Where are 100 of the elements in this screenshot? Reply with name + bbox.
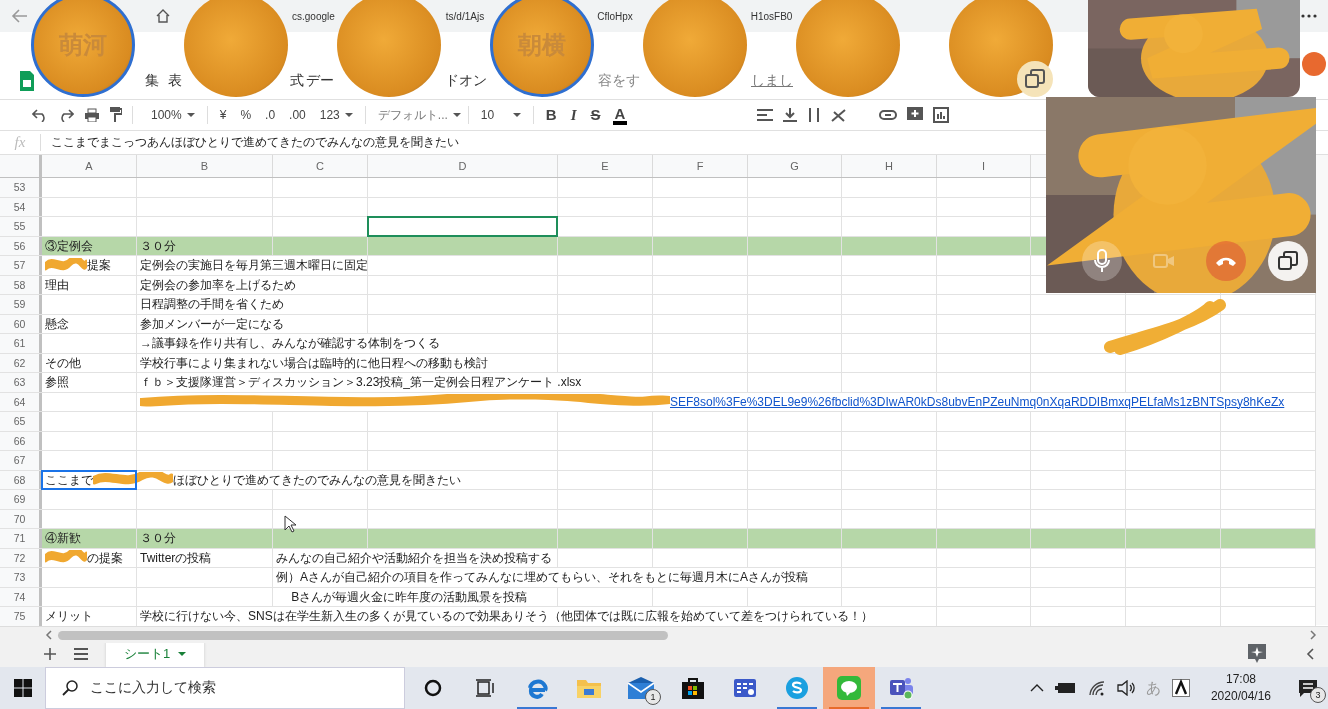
formula-input[interactable]: ここまでまこっつあんほぼひとりで進めてきたのでみんなの意見を聞きたい [41, 134, 459, 151]
font-dropdown[interactable]: デフォルト... [375, 107, 458, 123]
caret-icon [512, 113, 521, 117]
column-header[interactable]: H [842, 155, 937, 177]
collapse-icon[interactable] [1306, 648, 1314, 660]
cell-text: みんなの自己紹介や活動紹介を担当を決め投稿する [276, 549, 552, 567]
url-text: cs.google [292, 10, 335, 22]
column-header[interactable]: C [273, 155, 368, 177]
number-format-dropdown[interactable]: 123 [317, 107, 355, 123]
scroll-right-icon[interactable] [1308, 630, 1318, 640]
task-view-icon [475, 679, 495, 697]
search-hint[interactable]: 容をす [598, 72, 640, 90]
volume-icon[interactable] [1116, 680, 1135, 696]
taskbar-app-button[interactable]: 1 [615, 667, 667, 709]
italic-button[interactable]: I [568, 107, 579, 123]
row-number[interactable]: 67 [0, 451, 42, 470]
taskbar-search-field[interactable]: ここに入力して検索 [45, 667, 405, 709]
row-number[interactable]: 73 [0, 568, 42, 587]
teams-icon [888, 676, 914, 700]
redo-icon[interactable] [58, 108, 74, 122]
redaction-scribble [45, 257, 87, 273]
link-icon[interactable] [879, 110, 898, 120]
valign-bottom-icon[interactable] [783, 108, 798, 122]
cell-text: ３０分 [140, 530, 176, 547]
text-color-button[interactable]: A [612, 105, 628, 125]
print-icon[interactable] [84, 108, 100, 122]
chevron-up-icon[interactable] [1029, 684, 1044, 692]
sheet-list-icon[interactable] [74, 648, 88, 660]
ime-pad-icon[interactable] [1171, 679, 1190, 697]
decimal-increase-button[interactable]: .00 [287, 107, 308, 123]
row-number[interactable]: 65 [0, 412, 42, 431]
row-number[interactable]: 53 [0, 178, 42, 197]
text-wrap-icon[interactable] [807, 108, 822, 122]
row-number[interactable]: 63 [0, 373, 42, 392]
row-number[interactable]: 61 [0, 334, 42, 353]
hang-up-button[interactable] [1206, 241, 1246, 281]
url-text: ts/d/1Ajs [445, 10, 485, 22]
row-number[interactable]: 55 [0, 217, 42, 236]
menu-item[interactable]: 集 [145, 72, 159, 90]
cell-text: 定例会の参加率を上げるため [140, 276, 296, 294]
strikethrough-button[interactable]: S [588, 107, 603, 123]
camera-icon [1153, 253, 1175, 269]
zoom-dropdown[interactable]: 100% [149, 107, 197, 123]
menu-item[interactable]: デー [306, 72, 334, 90]
column-header[interactable]: G [748, 155, 842, 177]
menu-item[interactable]: ドオン [445, 72, 487, 90]
add-comment-icon[interactable] [907, 107, 924, 123]
more-icon[interactable] [1300, 13, 1318, 19]
currency-button[interactable]: ¥ [217, 107, 229, 123]
microphone-button[interactable] [1082, 241, 1122, 281]
picture-in-picture-button[interactable] [1017, 61, 1053, 97]
column-header[interactable]: F [653, 155, 748, 177]
undo-icon[interactable] [32, 108, 48, 122]
cell-text: 学校に行けない今、SNSは在学生新入生の多くが見ているので効果ありそう（他団体では既に広報を始めていて差をつけられている！） [140, 608, 873, 625]
battery-icon[interactable] [1054, 682, 1077, 694]
caret-icon [186, 113, 195, 117]
column-header[interactable]: B [137, 155, 273, 177]
menu-item[interactable]: 式 [290, 72, 304, 90]
caret-icon [452, 113, 461, 117]
function-label: fx [0, 134, 41, 151]
cell-text: Bさんが毎週火金に昨年度の活動風景を投稿 [290, 588, 528, 606]
row-number[interactable]: 71 [0, 529, 42, 548]
wifi-icon[interactable] [1087, 680, 1106, 696]
decimal-decrease-button[interactable]: .0 [263, 107, 278, 123]
cell-link[interactable]: SEF8sol%3Fe%3DEL9e9%26fbclid%3DIwAR0kDs8ubvEnPZeuNmq0nXqaRDDIBmxqPELfaMs1zBNTSpsy8hKeZx [670, 392, 1285, 411]
text-rotate-icon[interactable] [831, 108, 848, 122]
mouse-pointer-icon [284, 515, 296, 533]
row-number[interactable]: 59 [0, 295, 42, 314]
bold-button[interactable]: B [543, 107, 559, 123]
sheets-logo-icon [20, 71, 34, 91]
caret-icon [178, 652, 187, 656]
align-left-icon[interactable] [757, 109, 774, 121]
windows-start-icon[interactable] [13, 679, 32, 697]
column-header[interactable]: A [42, 155, 137, 177]
row-number[interactable]: 69 [0, 490, 42, 509]
column-header[interactable]: E [558, 155, 653, 177]
menu-item[interactable]: 表 [168, 72, 182, 90]
scroll-left-icon[interactable] [44, 630, 54, 640]
column-header[interactable]: D [368, 155, 558, 177]
home-icon[interactable] [155, 8, 171, 24]
explore-icon[interactable] [1248, 644, 1266, 664]
add-sheet-icon[interactable] [44, 648, 56, 660]
cell-text: 理由 [45, 276, 69, 294]
account-avatar[interactable] [1302, 52, 1326, 76]
cell-text: Twitterの投稿 [140, 549, 212, 567]
row-number[interactable]: 57 [0, 256, 42, 275]
paint-format-icon[interactable] [110, 107, 122, 123]
horizontal-scrollbar[interactable] [58, 630, 668, 640]
caret-icon [344, 113, 353, 117]
sheet-tab[interactable]: シート1 [106, 641, 205, 667]
store-bag-icon [681, 676, 705, 700]
percent-button[interactable]: % [238, 107, 254, 123]
chart-icon[interactable] [933, 107, 950, 123]
cell-text: ３０分 [140, 237, 176, 255]
font-size-dropdown[interactable]: 10 [478, 107, 523, 123]
column-header[interactable]: I [937, 155, 1031, 177]
clock-time: 17:08 [1225, 671, 1256, 688]
notification-count: 3 [1310, 687, 1326, 703]
row-number[interactable]: 75 [0, 607, 42, 626]
cell-text: ここまで [45, 471, 93, 489]
